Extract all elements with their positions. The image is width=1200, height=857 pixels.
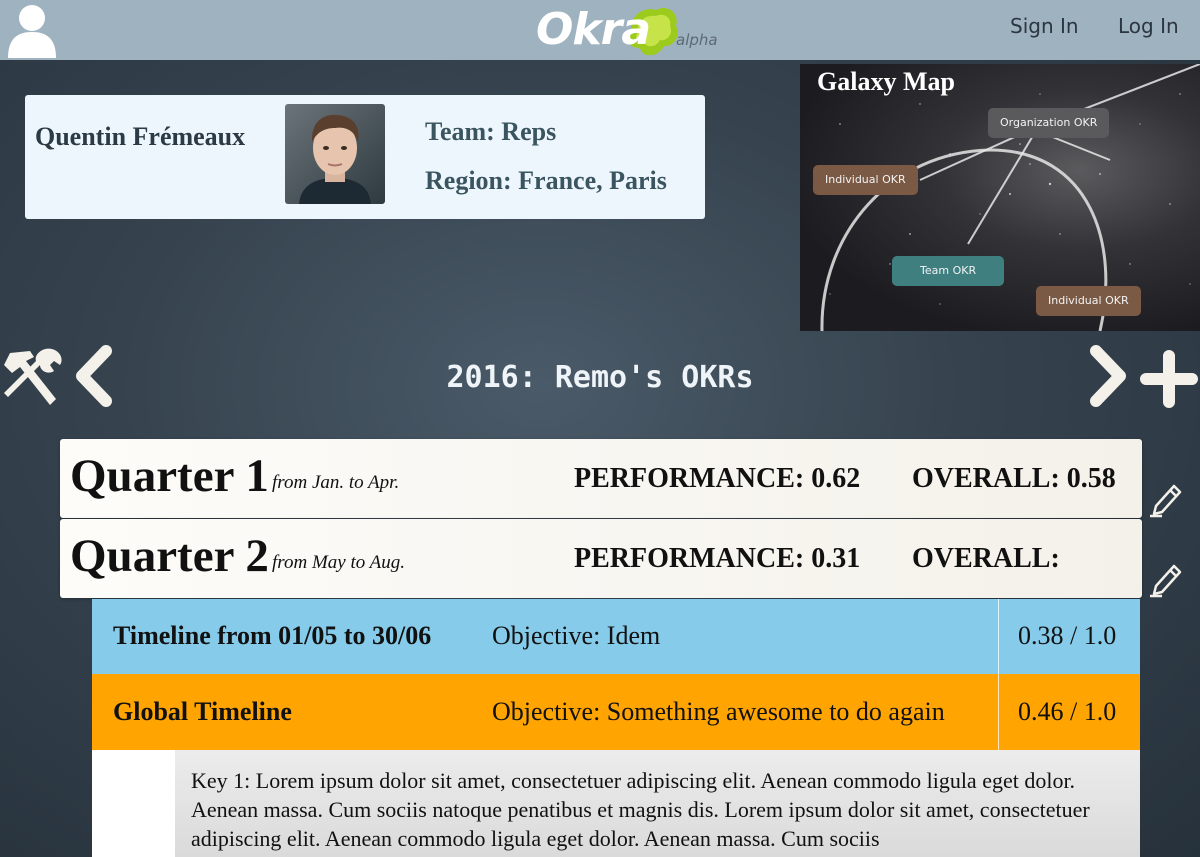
quarter-overall: OVERALL: 0.58 (912, 463, 1116, 494)
quarter-performance: PERFORMANCE: 0.31 (574, 543, 861, 574)
quarter-range: from Jan. to Apr. (272, 472, 400, 493)
profile-card: Quentin Frémeaux Team: Reps Region: Fran… (25, 95, 705, 219)
quarter-name: Quarter 1 (70, 450, 269, 502)
timeline-row[interactable]: Global Timeline Objective: Something awe… (92, 674, 1140, 750)
okr-node-team[interactable]: Team OKR (892, 256, 1005, 286)
quarter-card[interactable]: Quarter 1 from Jan. to Apr. PERFORMANCE:… (60, 439, 1142, 518)
quarter-name: Quarter 2 (70, 530, 269, 582)
page-title: 2016: Remo's OKRs (446, 360, 754, 395)
timeline-name: Global Timeline (113, 697, 292, 726)
profile-team: Team: Reps (425, 117, 557, 146)
logo-tag: alpha (676, 31, 718, 49)
timeline-divider (998, 599, 999, 674)
galaxy-title: Galaxy Map (817, 67, 955, 96)
timeline-score: 0.46 / 1.0 (1018, 697, 1117, 726)
logo-text: Okra (536, 4, 651, 55)
user-icon[interactable] (6, 2, 58, 58)
key-result-text[interactable]: Key 1: Lorem ipsum dolor sit amet, conse… (175, 750, 1140, 857)
okr-node-individual[interactable]: Individual OKR (813, 165, 918, 195)
timeline-divider (998, 674, 999, 750)
pencil-icon[interactable] (1148, 562, 1184, 598)
okr-node-organization[interactable]: Organization OKR (988, 108, 1110, 138)
avatar (285, 104, 385, 204)
top-bar: Okra alpha Sign In Log In (0, 0, 1200, 60)
quarter-overall: OVERALL: (912, 543, 1060, 574)
timeline-name: Timeline from 01/05 to 30/06 (113, 621, 432, 650)
okra-logo[interactable]: Okra alpha (536, 2, 736, 60)
pencil-icon[interactable] (1148, 482, 1184, 518)
quarter-range: from May to Aug. (272, 552, 405, 573)
key-result-section: Key 1: Lorem ipsum dolor sit amet, conse… (92, 750, 1140, 857)
galaxy-map[interactable]: Galaxy Map Organization OKR Individual O… (800, 64, 1200, 331)
timeline-score: 0.38 / 1.0 (1018, 621, 1117, 650)
timeline-row[interactable]: Timeline from 01/05 to 30/06 Objective: … (92, 599, 1140, 674)
plus-icon[interactable] (1138, 350, 1200, 408)
log-in-link[interactable]: Log In (1118, 14, 1179, 38)
profile-region: Region: France, Paris (425, 166, 667, 195)
timeline-objective: Objective: Idem (492, 621, 661, 650)
quarter-card[interactable]: Quarter 2 from May to Aug. PERFORMANCE: … (60, 519, 1142, 598)
sign-in-link[interactable]: Sign In (1010, 14, 1079, 38)
timeline-objective: Objective: Something awesome to do again (492, 697, 945, 726)
profile-name: Quentin Frémeaux (35, 122, 246, 151)
quarter-performance: PERFORMANCE: 0.62 (574, 463, 861, 494)
okr-node-individual[interactable]: Individual OKR (1036, 286, 1141, 316)
chevron-right-icon[interactable] (1086, 345, 1130, 407)
